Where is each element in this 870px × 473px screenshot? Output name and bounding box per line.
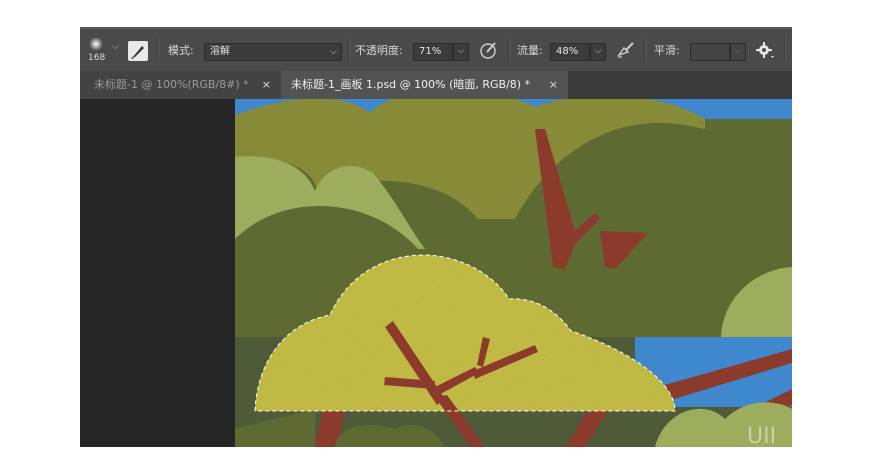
brush-size-label: 168 [88, 53, 106, 63]
tab-untitled-1[interactable]: 未标题-1 @ 100%(RGB/8#) * × [80, 71, 281, 99]
brush-preset-picker[interactable]: 168 [86, 35, 108, 65]
document-canvas[interactable]: UII [235, 99, 792, 447]
pen-pressure-icon [480, 42, 496, 59]
opacity-label: 不透明度: [355, 44, 403, 57]
brush-settings-button[interactable] [128, 41, 148, 61]
pressure-opacity-button[interactable] [478, 39, 500, 61]
smoothing-dropdown[interactable]: ⌵ [730, 43, 746, 61]
close-icon[interactable]: × [262, 71, 271, 99]
chevron-down-icon: ⌵ [734, 46, 742, 56]
photoshop-window: 168 ⌵ 模式: 溶解 ⌵ 不透明度: 71% ⌵ 流量: 48% ⌵ 平滑:… [80, 27, 792, 447]
smoothing-input[interactable] [690, 43, 730, 61]
gear-icon [756, 42, 774, 58]
opacity-value: 71% [419, 46, 442, 57]
brush-panel-icon [131, 46, 144, 59]
opacity-dropdown[interactable]: ⌵ [453, 43, 469, 61]
flow-label: 流量: [517, 44, 543, 57]
separator [508, 38, 510, 62]
tab-label: 未标题-1_画板 1.psd @ 100% (暗面, RGB/8) * [291, 78, 531, 91]
flow-dropdown[interactable]: ⌵ [590, 43, 606, 61]
smoothing-label: 平滑: [654, 44, 680, 57]
watermark-text: UII [747, 424, 776, 447]
chevron-down-icon: ⌵ [330, 47, 337, 57]
opacity-input[interactable]: 71% [413, 43, 453, 61]
airbrush-icon [617, 42, 634, 58]
smoothing-options-button[interactable] [754, 39, 776, 61]
mode-select-value: 溶解 [210, 46, 230, 57]
separator [348, 38, 350, 62]
document-tab-bar: 未标题-1 @ 100%(RGB/8#) * × 未标题-1_画板 1.psd … [80, 71, 792, 99]
mode-label: 模式: [168, 44, 194, 57]
chevron-down-icon: ⌵ [457, 46, 465, 56]
flow-value: 48% [556, 46, 579, 57]
chevron-down-icon: ⌵ [594, 46, 602, 56]
options-bar: 168 ⌵ 模式: 溶解 ⌵ 不透明度: 71% ⌵ 流量: 48% ⌵ 平滑:… [80, 27, 792, 71]
chevron-down-icon[interactable]: ⌵ [112, 42, 119, 52]
brush-tip-icon [89, 37, 103, 51]
separator [644, 38, 646, 62]
tab-label: 未标题-1 @ 100%(RGB/8#) * [94, 78, 249, 91]
mode-select[interactable]: 溶解 ⌵ [204, 43, 342, 61]
tab-artboard-1-psd[interactable]: 未标题-1_画板 1.psd @ 100% (暗面, RGB/8) * × [281, 71, 568, 99]
close-icon[interactable]: × [549, 71, 558, 99]
illustration: UII [235, 99, 792, 447]
flow-input[interactable]: 48% [550, 43, 590, 61]
airbrush-button[interactable] [615, 39, 637, 61]
separator [157, 38, 159, 62]
separator [784, 38, 786, 62]
